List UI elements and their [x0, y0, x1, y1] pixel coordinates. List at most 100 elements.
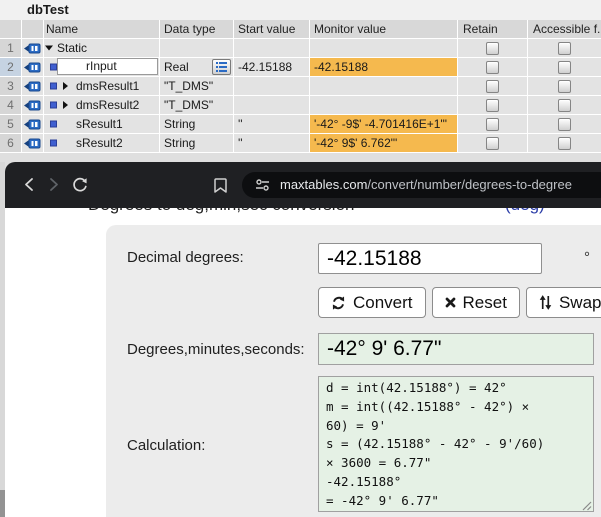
table-row: 6 sResult2 String '' '-42° 9$' 6.762"': [0, 134, 601, 153]
table-header-row: Name Data type Start value Monitor value…: [0, 20, 601, 39]
swap-button[interactable]: Swap: [526, 287, 601, 318]
accessible-checkbox[interactable]: [558, 42, 571, 55]
converter-buttons: Convert Reset Swap: [318, 287, 601, 318]
header-accessible[interactable]: Accessible f..: [528, 20, 601, 38]
retain-checkbox[interactable]: [486, 42, 499, 55]
header-start-value[interactable]: Start value: [234, 20, 310, 38]
expand-icon[interactable]: [63, 82, 68, 90]
row-number: 1: [0, 39, 22, 57]
swap-label: Swap: [559, 293, 601, 313]
tag-icon: [24, 43, 41, 54]
variable-name: dmsResult2: [76, 98, 139, 112]
tia-datablock-editor: dbTest Name Data type Start value Monito…: [0, 0, 601, 162]
accessible-checkbox[interactable]: [558, 137, 571, 150]
variable-name: sResult1: [76, 117, 123, 131]
data-type-cell[interactable]: String: [160, 134, 234, 152]
header-retain[interactable]: Retain: [458, 20, 528, 38]
x-icon: [445, 297, 456, 308]
retain-checkbox[interactable]: [486, 137, 499, 150]
data-type-cell[interactable]: String: [160, 115, 234, 133]
convert-label: Convert: [353, 293, 413, 313]
resize-handle-icon[interactable]: [582, 501, 592, 511]
tag-icon: [24, 81, 41, 92]
converter-panel: Decimal degrees: ° Convert Reset Swap De…: [106, 225, 601, 517]
member-bullet-icon: [50, 83, 57, 90]
reset-label: Reset: [463, 293, 507, 313]
tag-icon: [24, 119, 41, 130]
start-value-cell[interactable]: '': [234, 115, 310, 133]
name-edit-field[interactable]: rInput: [57, 58, 158, 75]
member-bullet-icon: [50, 140, 57, 147]
tag-icon: [24, 138, 41, 149]
data-type-cell[interactable]: "T_DMS": [160, 77, 234, 95]
variable-name: sResult2: [76, 136, 123, 150]
accessible-checkbox[interactable]: [558, 99, 571, 112]
row-number: 5: [0, 115, 22, 133]
header-monitor-value[interactable]: Monitor value: [310, 20, 458, 38]
retain-checkbox[interactable]: [486, 99, 499, 112]
data-type-picker-button[interactable]: [212, 59, 231, 75]
member-bullet-icon: [50, 102, 57, 109]
header-rownum: [0, 20, 22, 38]
start-value-cell[interactable]: '': [234, 134, 310, 152]
table-footer-strip: [0, 153, 601, 162]
dms-label: Degrees,minutes,seconds:: [127, 341, 305, 358]
start-value-cell[interactable]: -42.15188: [234, 58, 310, 76]
monitor-value-cell: '-42° -9$' -4.701416E+1"': [310, 115, 458, 133]
table-row: 2 rInput Real -42.15188 -42.15188: [0, 58, 601, 77]
data-type-cell: Real: [164, 60, 189, 74]
bookmark-icon[interactable]: [213, 177, 228, 194]
monitor-value-cell: [310, 96, 458, 114]
variable-name: dmsResult1: [76, 79, 139, 93]
accessible-checkbox[interactable]: [558, 61, 571, 74]
data-type-cell[interactable]: [160, 39, 234, 57]
header-data-type[interactable]: Data type: [160, 20, 234, 38]
monitor-value-cell: [310, 39, 458, 57]
browser-toolbar: maxtables.com/convert/number/degrees-to-…: [5, 162, 601, 208]
page-heading-unit-fragment: (deg): [505, 208, 545, 215]
back-icon[interactable]: [22, 177, 36, 192]
refresh-icon: [331, 295, 346, 311]
start-value-cell[interactable]: [234, 96, 310, 114]
header-name[interactable]: Name: [44, 20, 160, 38]
tune-icon[interactable]: [255, 178, 270, 192]
browser-window: maxtables.com/convert/number/degrees-to-…: [5, 162, 601, 517]
accessible-checkbox[interactable]: [558, 80, 571, 93]
member-bullet-icon: [50, 121, 57, 128]
page-heading-fragment: Degrees to deg,min,sec conversion: [88, 208, 354, 215]
address-bar[interactable]: maxtables.com/convert/number/degrees-to-…: [242, 172, 601, 198]
url[interactable]: maxtables.com/convert/number/degrees-to-…: [280, 172, 572, 198]
forward-icon[interactable]: [47, 177, 61, 192]
tag-icon: [24, 100, 41, 111]
calculation-textarea[interactable]: d = int(42.15188°) = 42° m = int((42.151…: [318, 376, 594, 512]
clipped-heading: Degrees to deg,min,sec conversion (deg): [5, 208, 601, 216]
monitor-value-cell: [310, 77, 458, 95]
member-bullet-icon: [50, 64, 57, 71]
retain-checkbox[interactable]: [486, 118, 499, 131]
reset-button[interactable]: Reset: [432, 287, 520, 318]
decimal-degrees-input[interactable]: [318, 243, 542, 274]
retain-checkbox[interactable]: [486, 61, 499, 74]
variable-name: Static: [57, 41, 87, 55]
url-domain: maxtables.com: [280, 177, 367, 192]
convert-button[interactable]: Convert: [318, 287, 426, 318]
swap-arrows-icon: [539, 294, 552, 311]
degree-unit: °: [584, 249, 590, 266]
decimal-degrees-label: Decimal degrees:: [127, 249, 244, 266]
start-value-cell[interactable]: [234, 39, 310, 57]
data-type-cell[interactable]: "T_DMS": [160, 96, 234, 114]
accessible-checkbox[interactable]: [558, 118, 571, 131]
collapse-icon[interactable]: [45, 46, 53, 51]
reload-icon[interactable]: [72, 177, 89, 193]
start-value-cell[interactable]: [234, 77, 310, 95]
retain-checkbox[interactable]: [486, 80, 499, 93]
table-row: 1 Static: [0, 39, 601, 58]
webpage-content: Degrees to deg,min,sec conversion (deg) …: [5, 208, 601, 517]
dms-result-field[interactable]: -42° 9' 6.77": [318, 333, 594, 365]
expand-icon[interactable]: [63, 101, 68, 109]
list-icon: [216, 62, 227, 72]
variable-table: Name Data type Start value Monitor value…: [0, 20, 601, 153]
row-number: 3: [0, 77, 22, 95]
row-number: 2: [0, 58, 22, 76]
monitor-value-cell: -42.15188: [310, 58, 458, 76]
